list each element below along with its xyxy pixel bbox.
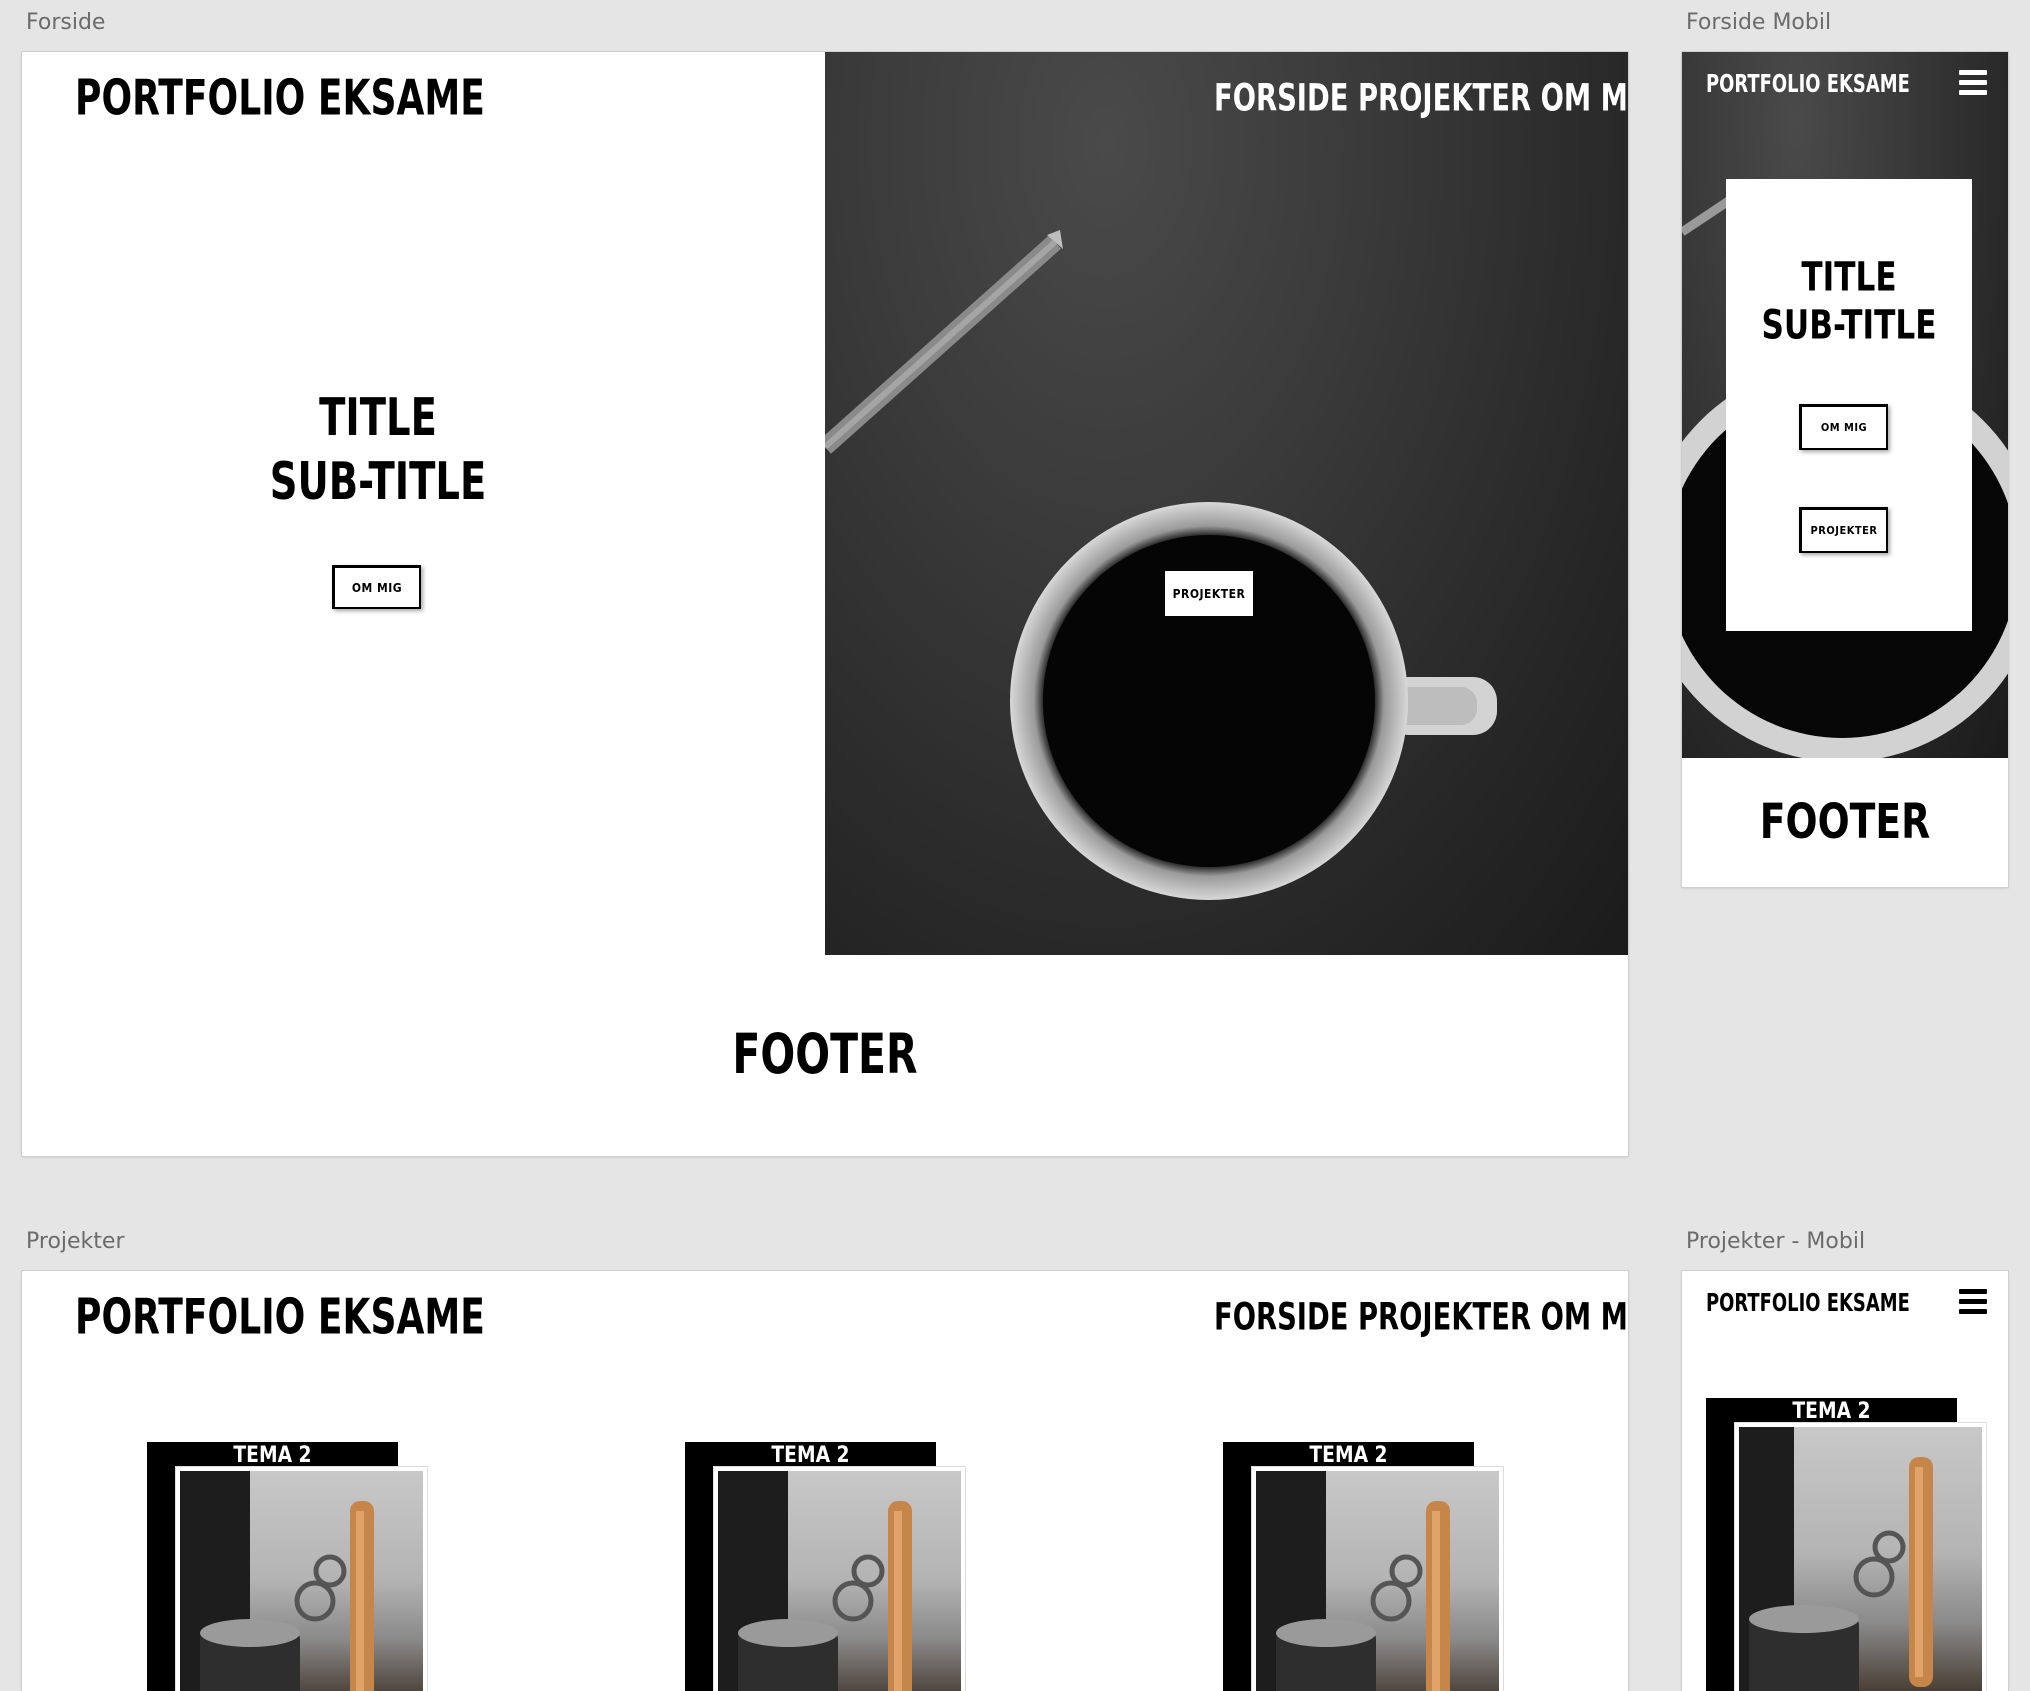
artboard-projekter: PORTFOLIO EKSAME FORSIDE PROJEKTER OM MI… [22, 1271, 1628, 1691]
artboard-forside: PROJEKTER PORTFOLIO EKSAME FORSIDE PROJE… [22, 52, 1628, 1156]
project-card-tag: TEMA 2 [1309, 1443, 1388, 1468]
project-card-tag: TEMA 2 [233, 1443, 312, 1468]
mobile-om-mig-label: OM MIG [1820, 421, 1868, 434]
project-card-photo [714, 1467, 965, 1691]
mobile-projekter-label: PROJEKTER [1810, 524, 1878, 537]
mobile-hero-card: TITLE SUB-TITLE OM MIG PROJEKTER [1726, 179, 1972, 631]
mobile-project-card-tag: TEMA 2 [1792, 1399, 1871, 1424]
hero-text: TITLE SUB-TITLE [202, 387, 554, 508]
artboard-label-forside-mobil: Forside Mobil [1686, 10, 1832, 35]
artboard-label-projekter: Projekter [26, 1229, 125, 1254]
artboard-label-projekter-mobil: Projekter - Mobil [1686, 1229, 1866, 1254]
artboard-projekter-mobil: PORTFOLIO EKSAME TEMA 2 [1682, 1271, 2008, 1691]
project-card[interactable]: TEMA 2 [685, 1442, 985, 1691]
hero-photo: PROJEKTER [825, 52, 1628, 955]
footer-text: FOOTER [732, 1022, 918, 1087]
mobile-projekter-button[interactable]: PROJEKTER [1799, 507, 1888, 553]
mobile-footer-text: FOOTER [1759, 792, 1931, 850]
barber-tools-illustration [1739, 1427, 1933, 1691]
artboard-label-forside: Forside [26, 10, 106, 35]
menu-icon[interactable] [1959, 70, 1987, 100]
om-mig-button-label: OM MIG [351, 580, 403, 595]
mobile-project-card-photo [1735, 1423, 1986, 1691]
projekter-menu-icon[interactable] [1959, 1289, 1987, 1319]
projekter-button[interactable]: PROJEKTER [1165, 571, 1253, 616]
project-card-photo [176, 1467, 427, 1691]
projekter-mobile-logo[interactable]: PORTFOLIO EKSAME [1706, 1290, 1910, 1316]
mobile-om-mig-button[interactable]: OM MIG [1799, 404, 1888, 450]
project-card[interactable]: TEMA 2 [1223, 1442, 1523, 1691]
hero-subtitle: SUB-TITLE [269, 451, 487, 513]
mobile-hero-title: TITLE [1801, 253, 1897, 301]
barber-tools-illustration [180, 1471, 374, 1691]
project-card[interactable]: TEMA 2 [147, 1442, 447, 1691]
project-card-photo [1252, 1467, 1503, 1691]
mobile-hero-subtitle: SUB-TITLE [1761, 301, 1937, 349]
om-mig-button[interactable]: OM MIG [332, 565, 421, 609]
projekter-button-label: PROJEKTER [1172, 587, 1246, 601]
main-nav[interactable]: FORSIDE PROJEKTER OM MIG [1214, 79, 1628, 116]
mobile-project-card[interactable]: TEMA 2 [1706, 1398, 1996, 1691]
footer: FOOTER [22, 1027, 1628, 1082]
site-logo[interactable]: PORTFOLIO EKSAME [75, 73, 485, 123]
project-card-tag: TEMA 2 [771, 1443, 850, 1468]
mobile-hero-text: TITLE SUB-TITLE [1726, 253, 1972, 349]
mobile-footer: FOOTER [1682, 792, 2008, 850]
coffee-pencil-illustration [825, 230, 1497, 900]
projekter-nav[interactable]: FORSIDE PROJEKTER OM MIG [1214, 1298, 1628, 1335]
barber-tools-illustration [718, 1471, 912, 1691]
projekter-logo[interactable]: PORTFOLIO EKSAME [75, 1292, 485, 1342]
artboard-forside-mobil: PORTFOLIO EKSAME TITLE SUB-TITLE OM MIG … [1682, 52, 2008, 887]
barber-tools-illustration [1256, 1471, 1450, 1691]
hero-title: TITLE [319, 387, 437, 449]
mobile-logo[interactable]: PORTFOLIO EKSAME [1706, 71, 1910, 97]
